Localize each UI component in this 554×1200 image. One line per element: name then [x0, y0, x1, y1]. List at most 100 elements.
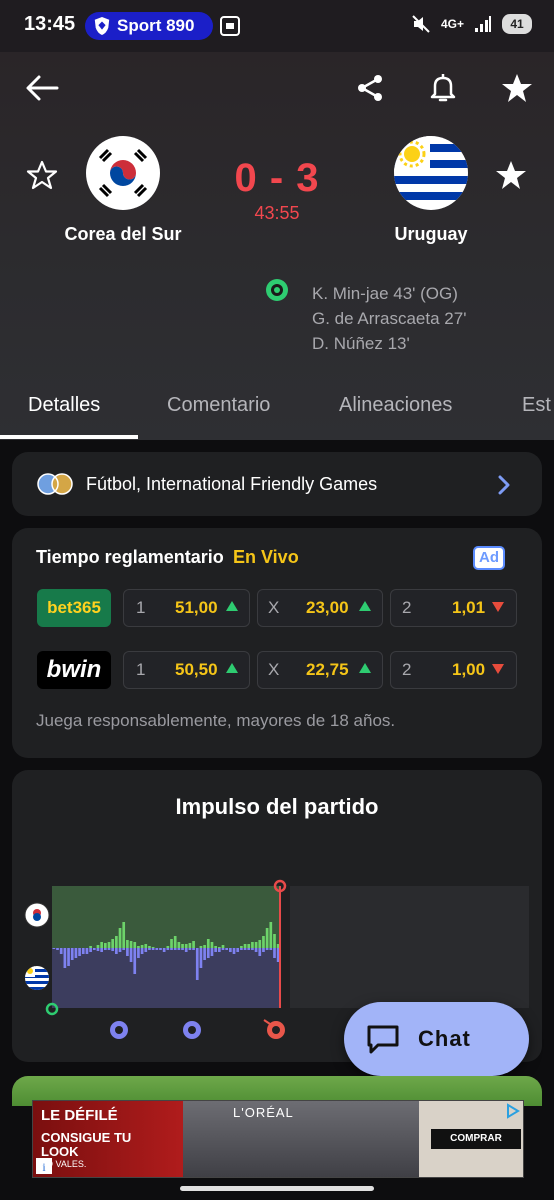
away-momentum-bar — [181, 948, 184, 950]
arrow-up-icon — [359, 663, 371, 673]
odds-live-label: En Vivo — [233, 547, 299, 567]
screenshot-icon — [220, 16, 240, 36]
away-momentum-bar — [115, 948, 118, 954]
away-momentum-bar — [225, 948, 229, 950]
odd-value: 23,00 — [306, 598, 349, 617]
notification-button[interactable] — [423, 68, 463, 108]
away-momentum-bar — [92, 948, 96, 950]
away-momentum-bar — [59, 948, 63, 954]
tab-detalles[interactable]: Detalles — [28, 394, 100, 417]
favorite-match-button[interactable] — [496, 68, 538, 108]
away-momentum-bar — [214, 948, 217, 952]
away-momentum-bar — [151, 948, 155, 950]
signal-icon — [475, 16, 491, 32]
star-filled-icon — [496, 161, 526, 189]
away-momentum-bar — [67, 948, 70, 966]
goal-event-icon — [183, 1021, 201, 1039]
away-momentum-bar — [273, 948, 276, 958]
tab-alineaciones[interactable]: Alineaciones — [339, 394, 452, 417]
away-momentum-bar — [148, 948, 151, 950]
score: 0 - 3 — [234, 156, 320, 200]
tab-comentario[interactable]: Comentario — [167, 394, 270, 417]
goal-scorer: G. de Arrascaeta 27' — [312, 309, 467, 328]
away-momentum-bar — [133, 948, 137, 974]
goal-scorer: K. Min-jae 43' (OG) — [312, 284, 458, 303]
odd-value: 50,50 — [175, 660, 218, 679]
home-momentum-bar — [265, 928, 269, 948]
home-momentum-bar — [184, 944, 188, 948]
away-team-name: Uruguay — [394, 224, 468, 244]
away-momentum-bar — [126, 948, 129, 956]
home-momentum-bar — [148, 946, 151, 948]
ad-banner[interactable]: LE DÉFILÉ CONSIGUE TU LOOK LO VALES. L'O… — [32, 1100, 524, 1178]
tab-estadisticas[interactable]: Est — [522, 394, 551, 417]
away-flag — [394, 136, 468, 210]
back-button[interactable] — [22, 68, 62, 108]
home-momentum-bar — [133, 942, 137, 948]
away-momentum-bar — [195, 948, 199, 980]
away-momentum-bar — [251, 948, 254, 950]
away-momentum-bar — [254, 948, 258, 952]
bell-icon — [430, 74, 456, 102]
bwin-logo[interactable]: bwin — [37, 651, 111, 689]
ad-brand: L'ORÉAL — [233, 1105, 294, 1120]
chat-label: Chat — [418, 1026, 471, 1051]
home-momentum-bar — [273, 934, 276, 948]
away-momentum-bar — [243, 948, 247, 950]
away-momentum-bar — [206, 948, 210, 958]
ad-badge[interactable]: Ad — [473, 546, 505, 570]
away-momentum-bar — [173, 948, 177, 950]
odd-label: 2 — [402, 660, 412, 679]
away-momentum-bar — [232, 948, 236, 954]
gesture-bar[interactable] — [180, 1186, 374, 1191]
ad-headline: LE DÉFILÉ — [41, 1107, 118, 1124]
odd-label: 1 — [136, 598, 146, 617]
home-momentum-bar — [206, 939, 210, 948]
home-momentum-bar — [254, 942, 258, 948]
chat-bubble-icon — [367, 1025, 399, 1054]
home-momentum-bar — [122, 922, 126, 948]
odd-label: 2 — [402, 598, 412, 617]
home-momentum-bar — [247, 944, 251, 948]
home-half-bg — [52, 886, 280, 948]
away-momentum-bar — [122, 948, 126, 950]
adchoices-icon[interactable] — [505, 1103, 521, 1119]
away-momentum-bar — [262, 948, 265, 952]
odd-value: 22,75 — [306, 660, 349, 679]
away-momentum-bar — [78, 948, 81, 956]
odd-label: 1 — [136, 660, 146, 679]
away-momentum-bar — [162, 948, 166, 952]
away-momentum-bar — [269, 948, 273, 950]
away-momentum-bar — [107, 948, 111, 950]
away-momentum-bar — [203, 948, 206, 960]
away-momentum-bar — [96, 948, 100, 951]
share-button[interactable] — [350, 68, 390, 108]
away-momentum-bar — [103, 948, 107, 950]
away-momentum-bar — [210, 948, 214, 956]
ad-cta-button[interactable]: COMPRAR — [431, 1129, 521, 1149]
away-momentum-bar — [221, 948, 225, 950]
away-momentum-bar — [184, 948, 188, 952]
favorite-away-button[interactable] — [493, 158, 529, 192]
match-clock: 43:55 — [254, 203, 300, 223]
home-momentum-bar — [203, 945, 206, 948]
home-momentum-bar — [221, 945, 225, 948]
away-momentum-bar — [192, 948, 195, 950]
home-momentum-bar — [115, 936, 118, 948]
bet365-logo[interactable]: bet365 — [37, 589, 111, 627]
info-icon[interactable]: i — [35, 1157, 53, 1175]
home-momentum-bar — [258, 940, 262, 948]
chat-button[interactable]: Chat — [344, 1002, 529, 1076]
away-momentum-bar — [265, 948, 269, 950]
odd-value: 1,01 — [452, 598, 486, 617]
home-momentum-bar — [103, 943, 107, 948]
app-pill-label: Sport 890 — [117, 16, 195, 35]
away-momentum-bar — [188, 948, 192, 950]
app-pill[interactable]: Sport 890 — [85, 12, 213, 40]
shield-icon — [94, 17, 110, 35]
goal-event-icon — [110, 1021, 128, 1039]
away-momentum-bar — [247, 948, 251, 950]
home-momentum-bar — [262, 936, 265, 948]
star-filled-icon — [502, 74, 532, 102]
away-momentum-bar — [81, 948, 85, 954]
